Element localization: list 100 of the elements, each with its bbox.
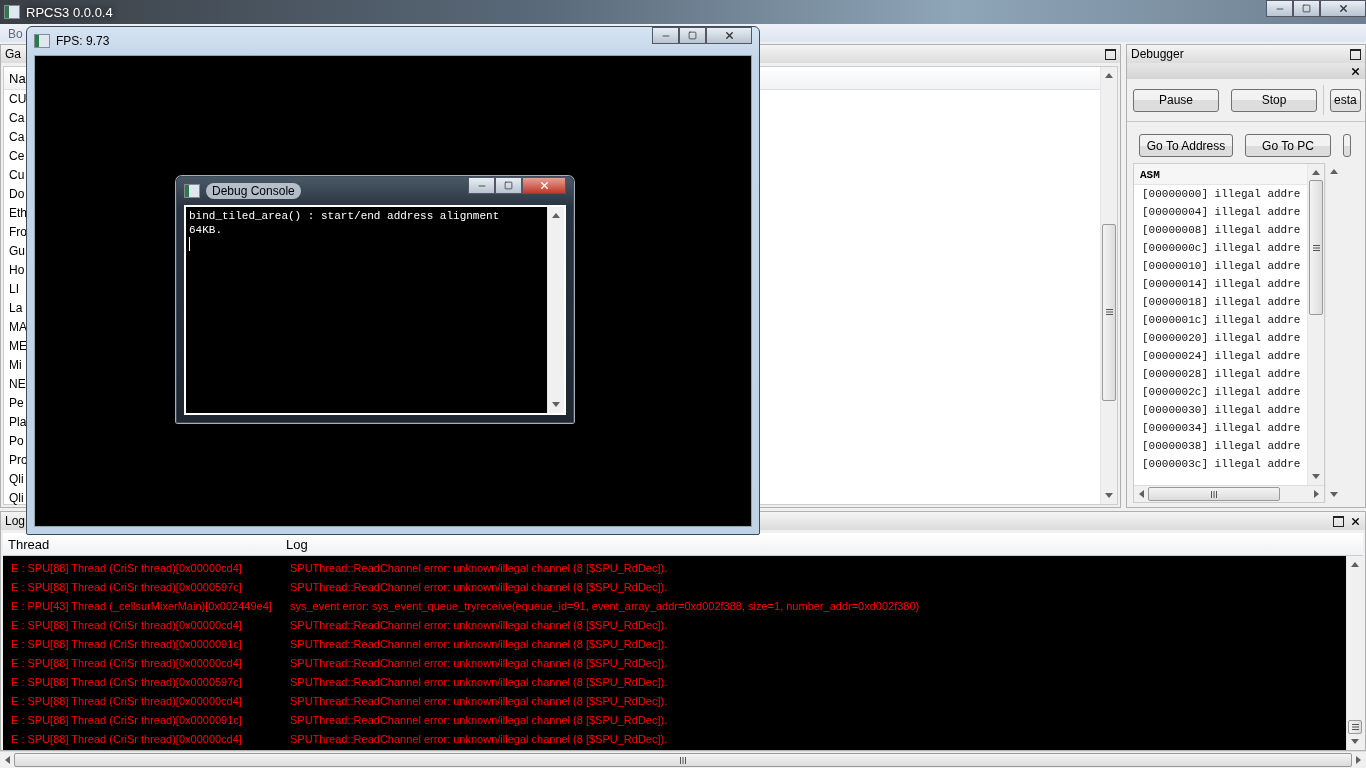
- asm-line[interactable]: [0000000c] illegal addre: [1134, 239, 1307, 257]
- grip-icon: [680, 756, 686, 764]
- asm-line[interactable]: [0000003c] illegal addre: [1134, 455, 1307, 473]
- scroll-up-arrow-icon: [552, 212, 560, 218]
- asm-line[interactable]: [00000004] illegal addre: [1134, 203, 1307, 221]
- navigation-button[interactable]: [1343, 134, 1351, 157]
- vertical-scrollbar[interactable]: [1346, 556, 1363, 750]
- navigation-button[interactable]: Go To PC: [1245, 134, 1331, 157]
- game-list-item[interactable]: Ca: [9, 128, 25, 147]
- grip-icon: [1312, 244, 1320, 251]
- game-list-item[interactable]: La: [9, 299, 23, 318]
- grip-icon: [1105, 309, 1113, 316]
- game-list-item[interactable]: Eth: [9, 204, 27, 223]
- scroll-down-arrow-icon: [1312, 474, 1320, 480]
- game-list-item[interactable]: MA: [9, 318, 27, 337]
- game-list-item[interactable]: Qli: [9, 489, 24, 508]
- asm-line[interactable]: [00000020] illegal addre: [1134, 329, 1307, 347]
- close-button[interactable]: [1320, 0, 1366, 17]
- console-output[interactable]: bind_tiled_area() : start/end address alignment 64KB.: [184, 205, 566, 415]
- game-list-item[interactable]: Qli: [9, 470, 24, 489]
- column-header[interactable]: Thread: [8, 536, 286, 552]
- asm-line[interactable]: [00000008] illegal addre: [1134, 221, 1307, 239]
- log-thread: E : SPU[88] Thread (CriSr thread)[0x00000cd4]: [11, 618, 243, 631]
- minimize-button[interactable]: [1266, 0, 1293, 17]
- asm-line[interactable]: [00000000] illegal addre: [1134, 185, 1307, 203]
- navigation-button[interactable]: Go To Address: [1139, 134, 1233, 157]
- asm-line[interactable]: [00000010] illegal addre: [1134, 257, 1307, 275]
- asm-line[interactable]: [00000024] illegal addre: [1134, 347, 1307, 365]
- game-list-item[interactable]: ME: [9, 337, 27, 356]
- toolbar-button[interactable]: esta: [1330, 88, 1361, 112]
- column-header[interactable]: Na: [9, 70, 26, 86]
- asm-line[interactable]: [00000018] illegal addre: [1134, 293, 1307, 311]
- log-message: sys_event error: sys_event_queue_tryreceive(equeue_id=91, event_array_addr=0xd002f388, size=1, number_addr=0xd002f380): [290, 599, 920, 612]
- maximize-button[interactable]: [1293, 0, 1320, 17]
- close-button[interactable]: [522, 177, 566, 194]
- game-list-item[interactable]: Po: [9, 432, 24, 451]
- game-list-item[interactable]: Ho: [9, 261, 25, 280]
- scroll-left-arrow-icon: [1138, 490, 1144, 498]
- game-list-item[interactable]: Cu: [9, 166, 25, 185]
- asm-line[interactable]: [0000002c] illegal addre: [1134, 383, 1307, 401]
- game-list-item[interactable]: Do: [9, 185, 25, 204]
- maximize-icon: [688, 31, 697, 40]
- game-list-item[interactable]: CU: [9, 90, 27, 109]
- toolbar-button[interactable]: Stop: [1231, 88, 1317, 112]
- game-list-item[interactable]: Ca: [9, 109, 25, 128]
- horizontal-scrollbar[interactable]: [1134, 485, 1324, 502]
- menu-item[interactable]: Bo: [8, 27, 23, 41]
- log-message: SPUThread::ReadChannel error: unknown/illegal channel (8 [$SPU_RdDec]).: [290, 656, 668, 669]
- vertical-scrollbar[interactable]: [1307, 164, 1324, 485]
- asm-line[interactable]: [00000030] illegal addre: [1134, 401, 1307, 419]
- log-thread: E : SPU[88] Thread (CriSr thread)[0x00000cd4]: [11, 732, 243, 745]
- maximize-button[interactable]: [679, 27, 706, 44]
- asm-line[interactable]: [00000028] illegal addre: [1134, 365, 1307, 383]
- column-header[interactable]: Log: [286, 536, 308, 552]
- float-panel-icon[interactable]: [1105, 48, 1116, 60]
- game-list-item[interactable]: Pe: [9, 394, 24, 413]
- close-icon[interactable]: [1350, 65, 1361, 77]
- asm-line[interactable]: [00000038] illegal addre: [1134, 437, 1307, 455]
- float-panel-icon[interactable]: [1333, 515, 1344, 527]
- log-message: SPUThread::ReadChannel error: unknown/illegal channel (8 [$SPU_RdDec]).: [290, 732, 668, 745]
- float-panel-icon[interactable]: [1350, 48, 1361, 60]
- panel-title: Ga: [5, 47, 21, 61]
- toolbar-button[interactable]: Pause: [1133, 88, 1219, 112]
- asm-line[interactable]: [0000001c] illegal addre: [1134, 311, 1307, 329]
- asm-line[interactable]: [00000034] illegal addre: [1134, 419, 1307, 437]
- game-list-item[interactable]: Fro: [9, 223, 27, 242]
- game-list-item[interactable]: Ce: [9, 147, 25, 166]
- log-message: SPUThread::ReadChannel error: unknown/illegal channel (8 [$SPU_RdDec]).: [290, 694, 668, 707]
- close-icon[interactable]: [1350, 515, 1361, 527]
- scroll-up-arrow-icon: [1312, 169, 1320, 175]
- log-message: SPUThread::ReadChannel error: unknown/illegal channel (8 [$SPU_RdDec]).: [290, 561, 668, 574]
- app-icon: [34, 34, 50, 48]
- maximize-button[interactable]: [495, 177, 522, 194]
- log-message: SPUThread::ReadChannel error: unknown/illegal channel (8 [$SPU_RdDec]).: [290, 580, 668, 593]
- game-list-item[interactable]: LI: [9, 280, 19, 299]
- scroll-up-arrow-icon: [1330, 168, 1338, 174]
- log-message: SPUThread::ReadChannel error: unknown/illegal channel (8 [$SPU_RdDec]).: [290, 637, 668, 650]
- horizontal-scrollbar[interactable]: [0, 751, 1366, 768]
- scroll-down-arrow-icon: [552, 402, 560, 408]
- log-thread: E : SPU[88] Thread (CriSr thread)[0x00000cd4]: [11, 656, 243, 669]
- maximize-icon: [1302, 4, 1311, 13]
- asm-line[interactable]: [00000014] illegal addre: [1134, 275, 1307, 293]
- close-button[interactable]: [706, 27, 752, 44]
- column-header[interactable]: ASM: [1134, 164, 1307, 185]
- minimize-button[interactable]: [468, 177, 495, 194]
- window-title: Debug Console: [206, 183, 301, 199]
- text-cursor: [189, 237, 190, 251]
- minimize-button[interactable]: [652, 27, 679, 44]
- scroll-right-arrow-icon: [1314, 490, 1320, 498]
- vertical-scrollbar[interactable]: [1100, 67, 1117, 504]
- game-list-item[interactable]: Pla: [9, 413, 27, 432]
- vertical-scrollbar[interactable]: [547, 207, 564, 413]
- game-list-item[interactable]: NE: [9, 375, 26, 394]
- log-thread: E : SPU[88] Thread (CriSr thread)[0x0000597c]: [11, 675, 243, 688]
- maximize-icon: [504, 181, 513, 190]
- game-list-item[interactable]: Gu: [9, 242, 25, 261]
- scroll-down-arrow-icon: [1105, 493, 1113, 499]
- game-list-item[interactable]: Mi: [9, 356, 22, 375]
- grip-icon: [1351, 723, 1359, 730]
- scroll-up-arrow-icon: [1105, 72, 1113, 78]
